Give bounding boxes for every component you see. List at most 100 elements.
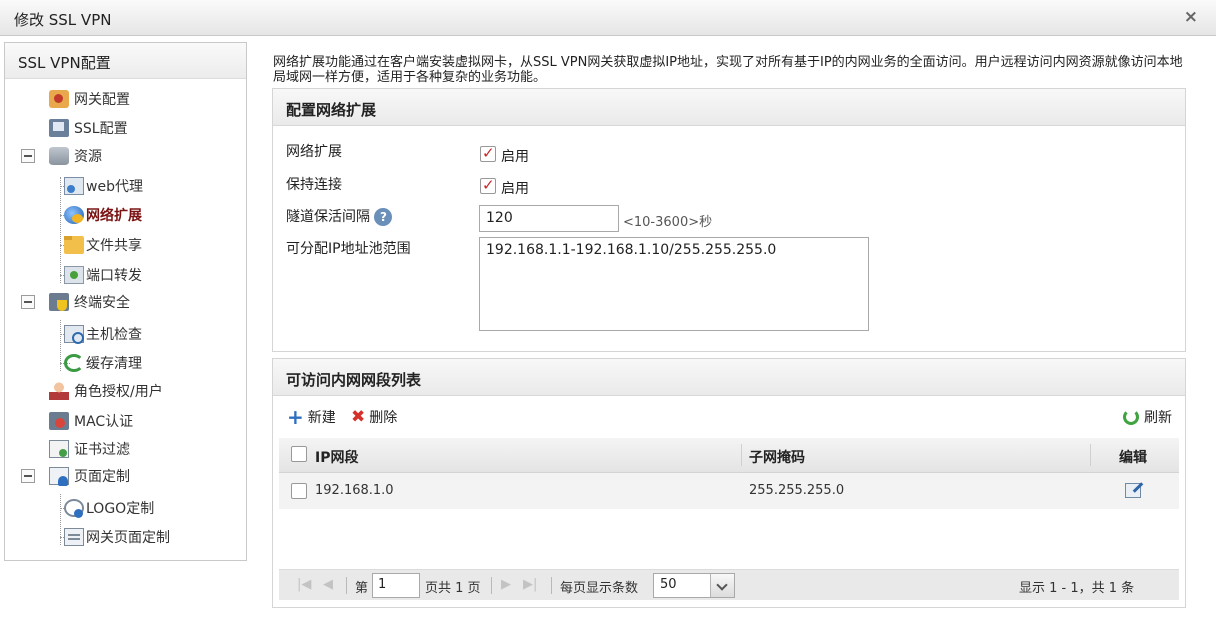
- page-input[interactable]: 1: [372, 573, 420, 598]
- column-divider: [741, 444, 742, 466]
- sidebar-item-label: 缓存清理: [86, 356, 142, 372]
- page-custom-icon: [49, 467, 69, 486]
- sidebar-item-page-custom[interactable]: 页面定制: [49, 465, 130, 487]
- sidebar-item-label: 角色授权/用户: [74, 384, 163, 400]
- sidebar-item-label: LOGO定制: [86, 501, 155, 517]
- network-extension-checkbox[interactable]: [480, 144, 496, 162]
- file-share-icon: [64, 236, 84, 254]
- collapse-page-custom-icon[interactable]: [21, 469, 35, 483]
- sidebar-item-resource[interactable]: 资源: [49, 145, 102, 167]
- ip-pool-textarea[interactable]: 192.168.1.1-192.168.1.10/255.255.255.0: [479, 237, 869, 331]
- keepalive-enabled-label: 启用: [501, 181, 529, 197]
- sidebar-item-label: 文件共享: [86, 238, 142, 254]
- sidebar-item-label: 资源: [74, 149, 102, 165]
- pager-divider: [346, 577, 347, 594]
- sidebar-item-cert-filter[interactable]: 证书过滤: [49, 438, 130, 460]
- sidebar-item-label: 网关配置: [74, 92, 130, 108]
- config-panel: 配置网络扩展 网络扩展 启用 保持连接 启用 隧道保活间隔 ? 120 <10-…: [272, 88, 1186, 352]
- per-page-select[interactable]: 50: [653, 573, 735, 598]
- keepalive-checkbox[interactable]: [480, 176, 496, 194]
- sidebar-item-label: 网关页面定制: [86, 530, 170, 546]
- column-divider: [1090, 444, 1091, 466]
- refresh-button[interactable]: 刷新: [1123, 407, 1172, 427]
- first-page-icon[interactable]: |◀: [297, 577, 311, 592]
- per-page-label: 每页显示条数: [560, 581, 639, 596]
- sidebar-item-ssl-config[interactable]: SSL配置: [49, 117, 128, 139]
- sidebar-item-logo-custom[interactable]: LOGO定制: [64, 497, 154, 519]
- last-page-icon[interactable]: ▶|: [523, 577, 537, 592]
- sidebar-item-file-share[interactable]: 文件共享: [64, 234, 142, 256]
- next-page-icon[interactable]: ▶: [501, 577, 511, 592]
- logo-custom-icon: [64, 499, 84, 518]
- sidebar-item-port-forward[interactable]: 端口转发: [64, 264, 142, 286]
- ssl-config-icon: [49, 119, 69, 137]
- pager-divider: [491, 577, 492, 594]
- delete-button-label: 删除: [369, 410, 398, 426]
- terminal-security-icon: [49, 293, 69, 311]
- tree-connector: [60, 177, 61, 283]
- ip-pool-label: 可分配IP地址池范围: [286, 241, 411, 257]
- new-button[interactable]: + 新建: [287, 407, 336, 427]
- page-suffix: 页共 1 页: [425, 581, 481, 596]
- tunnel-interval-label: 隧道保活间隔: [286, 209, 370, 225]
- sidebar-item-gateway-config[interactable]: 网关配置: [49, 88, 130, 110]
- sidebar-item-network-extension[interactable]: 网络扩展: [64, 204, 142, 226]
- host-check-icon: [64, 325, 84, 344]
- new-button-label: 新建: [307, 410, 336, 426]
- sidebar-item-label: 端口转发: [86, 268, 142, 284]
- refresh-button-label: 刷新: [1144, 410, 1172, 426]
- plus-icon: +: [287, 405, 304, 429]
- sidebar: SSL VPN配置 网关配置 SSL配置 资源 web代理 网络扩展 文件共享 …: [4, 42, 247, 561]
- keepalive-label: 保持连接: [286, 177, 342, 193]
- sidebar-item-cache-clean[interactable]: 缓存清理: [64, 352, 142, 374]
- sidebar-item-label: SSL配置: [74, 121, 128, 137]
- refresh-icon: [1123, 409, 1139, 425]
- delete-button[interactable]: ✖ 删除: [351, 407, 397, 427]
- sidebar-item-gateway-page[interactable]: 网关页面定制: [64, 526, 170, 548]
- network-extension-label: 网络扩展: [286, 144, 342, 160]
- tunnel-interval-input[interactable]: 120: [479, 205, 619, 232]
- pager-summary: 显示 1 - 1，共 1 条: [1019, 581, 1135, 596]
- row-checkbox[interactable]: [291, 483, 307, 499]
- segment-panel: 可访问内网网段列表 + 新建 ✖ 删除 刷新 IP网段 子网掩码 编辑 192.…: [272, 358, 1186, 608]
- resource-icon: [49, 147, 69, 165]
- help-icon[interactable]: ?: [374, 208, 393, 226]
- sidebar-item-web-proxy[interactable]: web代理: [64, 175, 143, 197]
- sidebar-item-label: 终端安全: [74, 295, 130, 311]
- config-panel-title: 配置网络扩展: [273, 89, 1185, 126]
- pager-divider: [551, 577, 552, 594]
- prev-page-icon[interactable]: ◀: [323, 577, 333, 592]
- select-all-checkbox[interactable]: [291, 446, 307, 462]
- sidebar-title: SSL VPN配置: [5, 43, 246, 79]
- gateway-config-icon: [49, 90, 69, 108]
- grid-header: IP网段 子网掩码 编辑: [279, 438, 1179, 473]
- web-proxy-icon: [64, 177, 84, 195]
- edit-icon[interactable]: [1125, 483, 1141, 498]
- sidebar-item-host-check[interactable]: 主机检查: [64, 323, 142, 345]
- gateway-page-icon: [64, 528, 84, 546]
- description-text: 网络扩展功能通过在客户端安装虚拟网卡，从SSL VPN网关获取虚拟IP地址，实现…: [273, 55, 1183, 85]
- page-prefix: 第: [355, 581, 369, 596]
- column-ip[interactable]: IP网段: [315, 447, 358, 467]
- collapse-terminal-security-icon[interactable]: [21, 295, 35, 309]
- sidebar-item-label: 证书过滤: [74, 442, 130, 458]
- cert-filter-icon: [49, 440, 69, 458]
- dialog-title: 修改 SSL VPN: [14, 11, 112, 29]
- table-row[interactable]: 192.168.1.0 255.255.255.0: [279, 473, 1179, 509]
- sidebar-item-label: 主机检查: [86, 327, 142, 343]
- pagination-bar: |◀ ◀ 第 1 页共 1 页 ▶ ▶| 每页显示条数 50 显示 1 - 1，…: [279, 569, 1179, 600]
- chevron-down-icon[interactable]: [710, 574, 734, 597]
- sidebar-item-role-auth[interactable]: 角色授权/用户: [49, 380, 163, 402]
- network-extension-icon: [64, 206, 84, 224]
- row-ip: 192.168.1.0: [315, 483, 394, 498]
- tunnel-interval-hint: <10-3600>秒: [623, 215, 713, 230]
- collapse-resource-icon[interactable]: [21, 149, 35, 163]
- close-icon[interactable]: ×: [1184, 7, 1198, 27]
- mac-auth-icon: [49, 412, 69, 430]
- sidebar-item-mac-auth[interactable]: MAC认证: [49, 410, 133, 432]
- column-mask[interactable]: 子网掩码: [749, 447, 805, 467]
- segment-panel-title: 可访问内网网段列表: [273, 359, 1185, 396]
- sidebar-item-label: MAC认证: [74, 414, 134, 430]
- sidebar-item-terminal-security[interactable]: 终端安全: [49, 291, 130, 313]
- sidebar-item-label: 网络扩展: [86, 208, 142, 224]
